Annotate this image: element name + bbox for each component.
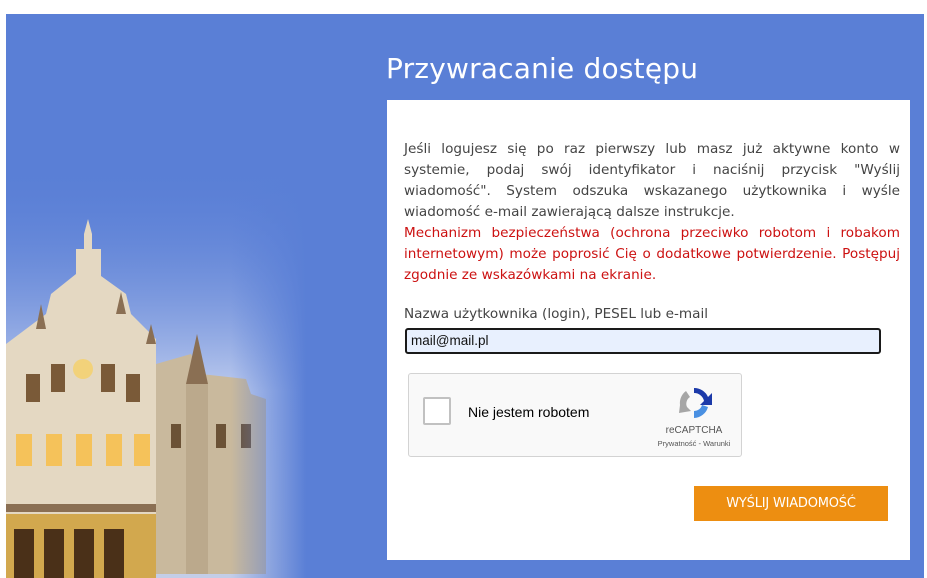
security-warning-text: Mechanizm bezpieczeństwa (ochrona przeci… [404,225,900,283]
page-background: Przywracanie dostępu Jeśli logujesz się … [6,14,924,578]
recaptcha-terms-link[interactable]: Warunki [703,439,730,448]
login-field-label: Nazwa użytkownika (login), PESEL lub e-m… [404,306,709,322]
recaptcha-links: Prywatność - Warunki [639,439,749,448]
recaptcha-checkbox[interactable] [423,397,451,425]
recaptcha-checkbox-label: Nie jestem robotem [468,404,590,420]
recaptcha-brand: reCAPTCHA [665,425,723,436]
town-hall-illustration [6,14,306,578]
page-title: Przywracanie dostępu [386,52,699,85]
intro-text: Jeśli logujesz się po raz pierwszy lub m… [404,141,900,220]
recaptcha-widget: Nie jestem robotem reCAPTCHA Prywatność … [408,373,742,457]
send-message-button[interactable]: WYŚLIJ WIADOMOŚĆ [694,486,888,521]
recaptcha-logo-icon [679,387,712,418]
login-input[interactable]: mail@mail.pl [405,328,881,354]
recaptcha-privacy-link[interactable]: Prywatność [658,439,697,448]
recovery-panel: Jeśli logujesz się po raz pierwszy lub m… [387,100,910,560]
